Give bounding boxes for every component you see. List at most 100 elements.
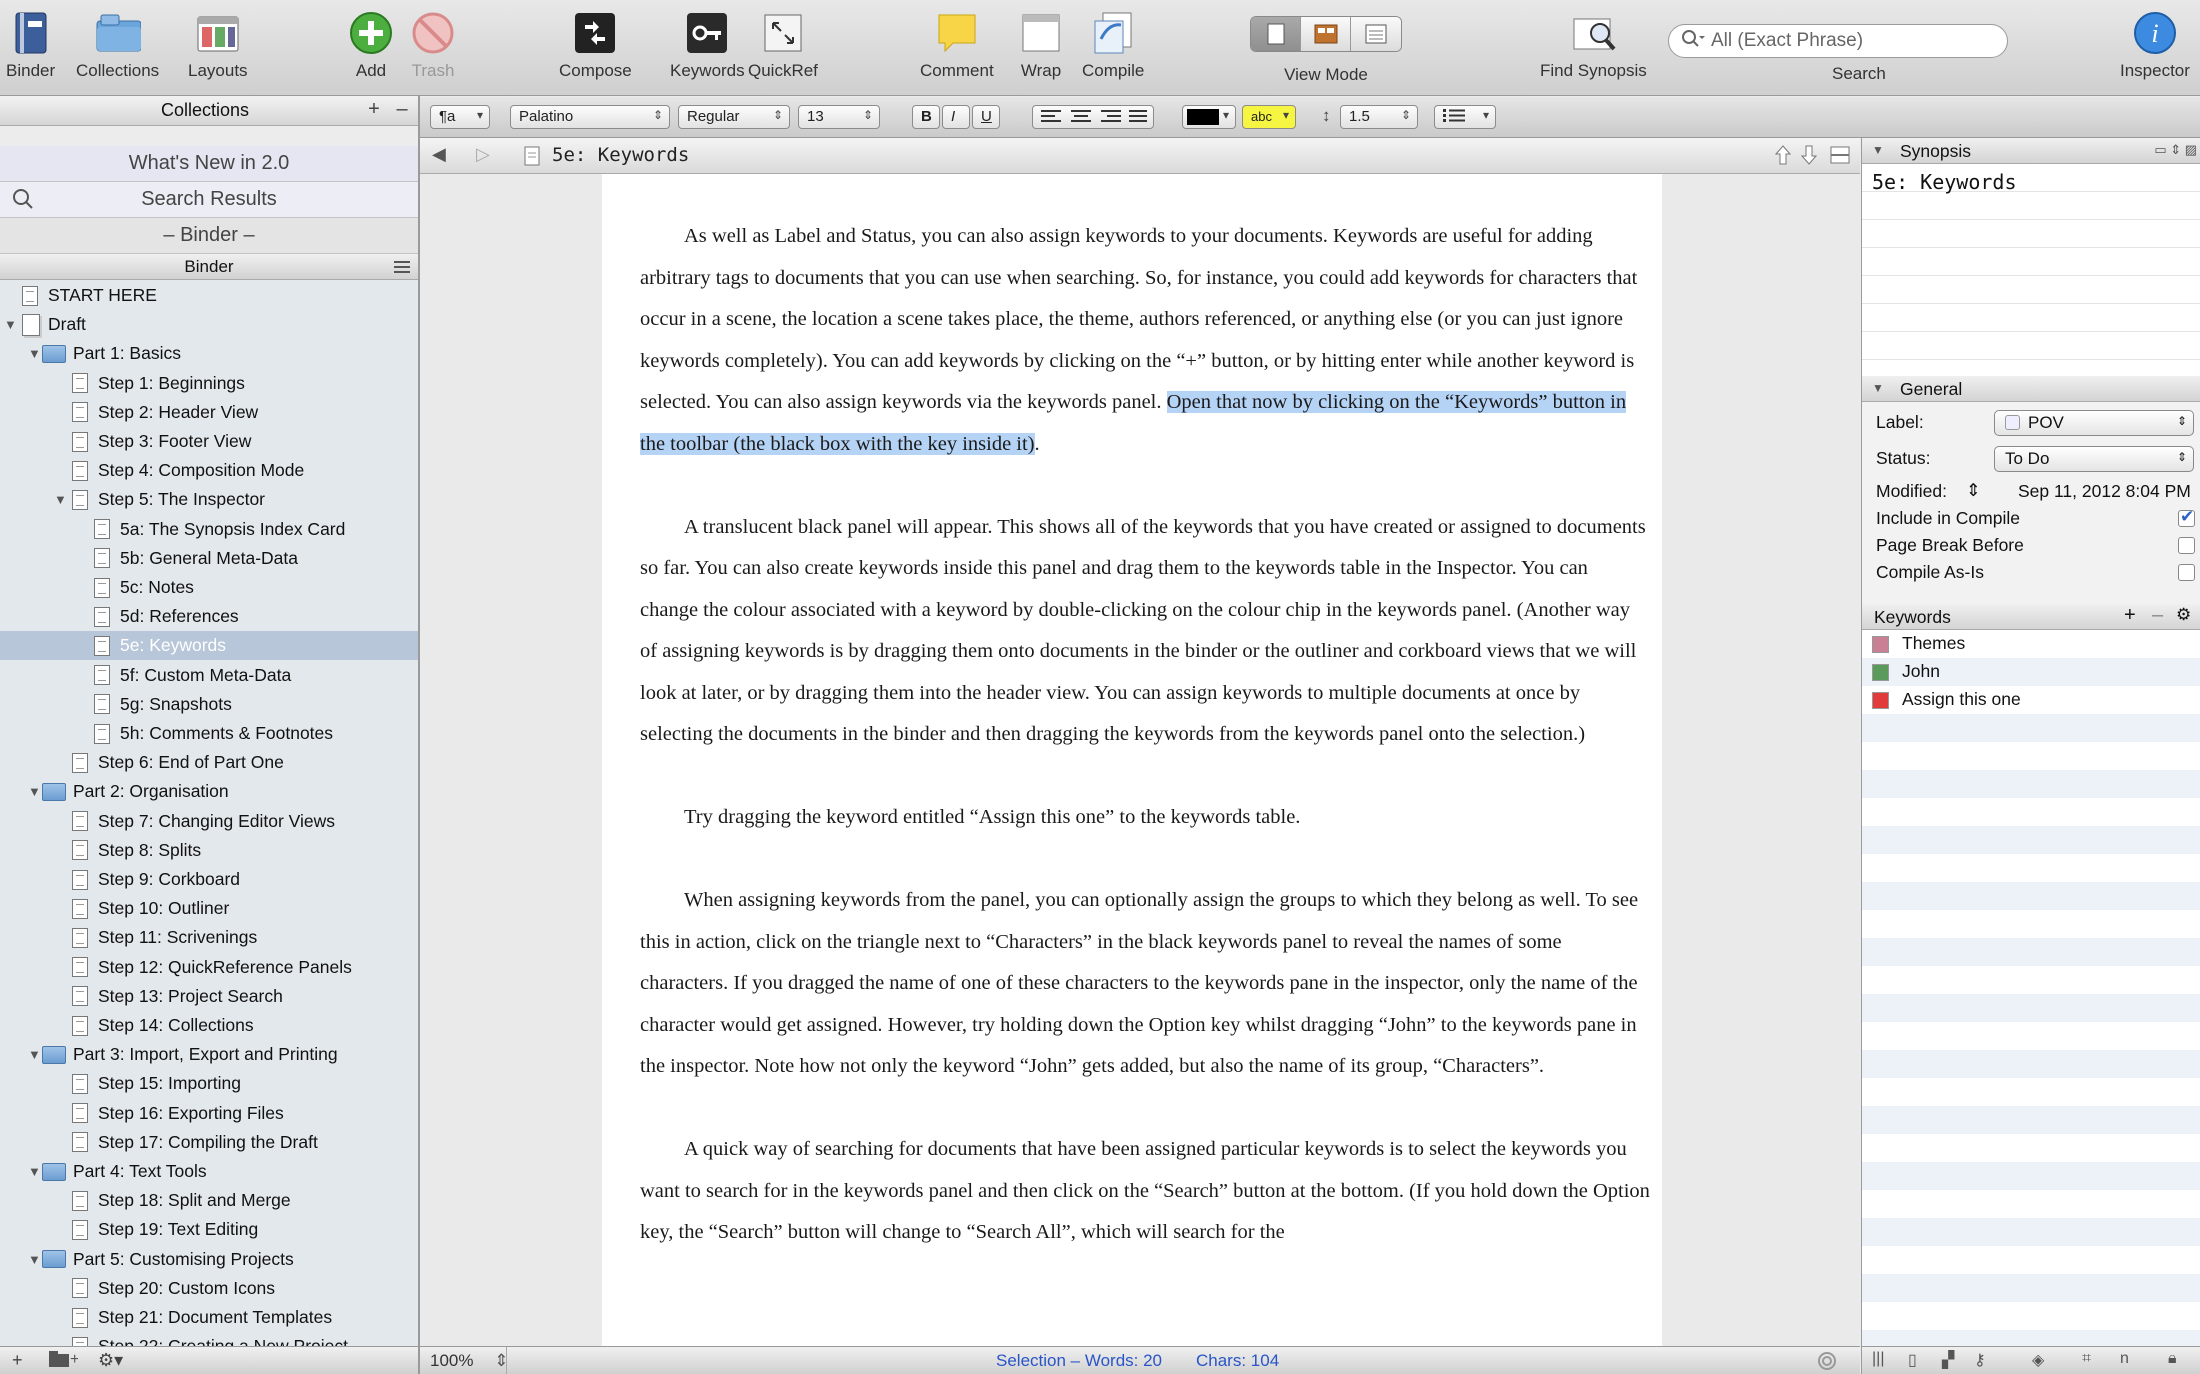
list-style-menu[interactable]: ▾ <box>1434 105 1496 129</box>
footnotes-tab-icon[interactable]: n <box>2120 1350 2129 1368</box>
disclosure-triangle-icon[interactable]: ▼ <box>1872 381 1884 395</box>
binder-item[interactable]: Step 18: Split and Merge <box>0 1186 418 1215</box>
binder-button[interactable]: Binder <box>6 10 55 81</box>
corkboard-view-icon[interactable] <box>1301 17 1351 51</box>
binder-folder[interactable]: ▼ Part 2: Organisation <box>0 777 418 806</box>
find-synopsis-button[interactable]: Find Synopsis <box>1540 10 1647 81</box>
collection-tab-binder[interactable]: – Binder – <box>0 218 418 254</box>
binder-item[interactable]: 5e: Keywords <box>0 631 418 661</box>
zoom-select[interactable]: 100% ⇕ <box>430 1351 508 1371</box>
keyword-color-chip[interactable] <box>1872 636 1889 653</box>
binder-item[interactable]: Step 1: Beginnings <box>0 369 418 398</box>
disclosure-triangle-icon[interactable]: ▼ <box>54 492 70 507</box>
keywords-tab-icon[interactable]: ⚷ <box>1974 1350 1986 1370</box>
binder-folder[interactable]: ▼ Part 4: Text Tools <box>0 1157 418 1186</box>
keyword-row[interactable]: John <box>1862 658 2200 686</box>
page-break-before-checkbox[interactable] <box>2178 537 2195 554</box>
binder-item[interactable]: Step 19: Text Editing <box>0 1215 418 1244</box>
binder-item[interactable]: 5c: Notes <box>0 573 418 602</box>
binder-item[interactable]: Step 14: Collections <box>0 1011 418 1040</box>
wrap-button[interactable]: Wrap <box>1018 10 1064 81</box>
binder-item[interactable]: 5h: Comments & Footnotes <box>0 719 418 748</box>
outliner-view-icon[interactable] <box>1351 17 1401 51</box>
binder-item[interactable]: 5g: Snapshots <box>0 690 418 719</box>
comment-button[interactable]: Comment <box>920 10 994 81</box>
binder-item[interactable]: ▼ Draft <box>0 310 418 339</box>
snapshots-tab-icon[interactable]: ▞ <box>1942 1350 1954 1370</box>
bold-button[interactable]: B <box>912 105 940 129</box>
tags-tab-icon[interactable]: ◈ <box>2032 1350 2044 1370</box>
document-text[interactable]: As well as Label and Status, you can als… <box>640 216 1650 1295</box>
layouts-button[interactable]: Layouts <box>188 10 248 81</box>
add-keyword-icon[interactable]: + <box>2124 604 2136 627</box>
text-page[interactable]: As well as Label and Status, you can als… <box>602 174 1662 1346</box>
back-arrow-icon[interactable]: ◀ <box>432 144 446 165</box>
binder-folder[interactable]: ▼ Part 5: Customising Projects <box>0 1245 418 1274</box>
gear-icon[interactable]: ⚙▾ <box>98 1350 123 1371</box>
editor-scroll-area[interactable]: As well as Label and Status, you can als… <box>420 174 1860 1346</box>
view-mode-control[interactable]: View Mode <box>1250 10 1402 85</box>
highlight-color-button[interactable]: abc ▾ <box>1242 105 1296 129</box>
binder-item[interactable]: Step 4: Composition Mode <box>0 456 418 485</box>
comments-tab-icon[interactable]: ⌗ <box>2082 1350 2091 1368</box>
disclosure-triangle-icon[interactable]: ▼ <box>1872 143 1884 157</box>
binder-menu-icon[interactable] <box>394 259 410 279</box>
binder-item[interactable]: 5a: The Synopsis Index Card <box>0 515 418 544</box>
search-input[interactable]: All (Exact Phrase) <box>1668 24 2008 58</box>
binder-item[interactable]: START HERE <box>0 281 418 310</box>
notes-tab-icon[interactable]: ||| <box>1872 1350 1884 1368</box>
split-editor-icon[interactable] <box>1830 146 1850 169</box>
quickref-button[interactable]: QuickRef <box>748 10 818 81</box>
keywords-table[interactable]: Themes John Assign this one <box>1862 630 2200 1346</box>
inspector-button[interactable]: i Inspector <box>2120 10 2190 81</box>
remove-collection-icon[interactable]: – <box>390 98 414 121</box>
binder-item[interactable]: ▼ Step 5: The Inspector <box>0 485 418 514</box>
binder-item[interactable]: Step 15: Importing <box>0 1069 418 1098</box>
binder-item[interactable]: Step 9: Corkboard <box>0 865 418 894</box>
collection-tab-search-results[interactable]: Search Results <box>0 182 418 218</box>
add-folder-icon[interactable]: + <box>48 1350 79 1373</box>
binder-item[interactable]: Step 12: QuickReference Panels <box>0 953 418 982</box>
add-icon[interactable]: + <box>12 1350 23 1371</box>
synopsis-options-icon[interactable]: ▭ ⇕ ▨ <box>2154 142 2197 158</box>
binder-item[interactable]: Step 11: Scrivenings <box>0 923 418 952</box>
binder-item[interactable]: 5b: General Meta-Data <box>0 544 418 573</box>
line-spacing-select[interactable]: 1.5 ⇕ <box>1340 105 1418 129</box>
typeface-select[interactable]: Regular ⇕ <box>678 105 790 129</box>
compile-button[interactable]: Compile <box>1082 10 1144 81</box>
add-collection-icon[interactable]: + <box>362 98 386 121</box>
binder-item[interactable]: Step 21: Document Templates <box>0 1303 418 1332</box>
target-icon[interactable] <box>1818 1352 1836 1374</box>
lock-icon[interactable]: 🔒︎ <box>2168 1350 2177 1368</box>
binder-item[interactable]: Step 7: Changing Editor Views <box>0 807 418 836</box>
label-select[interactable]: POV ⇕ <box>1994 410 2194 436</box>
binder-item[interactable]: Step 13: Project Search <box>0 982 418 1011</box>
disclosure-triangle-icon[interactable]: ▼ <box>4 317 20 332</box>
remove-keyword-icon[interactable]: – <box>2152 604 2163 627</box>
binder-item[interactable]: 5f: Custom Meta-Data <box>0 661 418 690</box>
include-in-compile-checkbox[interactable] <box>2178 507 2195 527</box>
font-size-select[interactable]: 13 ⇕ <box>798 105 880 129</box>
binder-item[interactable]: Step 22: Creating a New Project <box>0 1332 418 1346</box>
keyword-row[interactable]: Assign this one <box>1862 686 2200 714</box>
binder-item[interactable]: Step 20: Custom Icons <box>0 1274 418 1303</box>
binder-folder[interactable]: ▼ Part 3: Import, Export and Printing <box>0 1040 418 1069</box>
modified-stepper[interactable]: ⇕ <box>1966 480 1981 501</box>
binder-item[interactable]: Step 3: Footer View <box>0 427 418 456</box>
synopsis-text-area[interactable]: 5e: Keywords <box>1862 164 2200 376</box>
references-tab-icon[interactable]: ▯ <box>1908 1350 1917 1370</box>
keywords-button[interactable]: Keywords <box>670 10 745 81</box>
keyword-color-chip[interactable] <box>1872 692 1889 709</box>
collections-button[interactable]: Collections <box>76 10 159 81</box>
trash-button[interactable]: Trash <box>410 10 456 81</box>
document-title[interactable]: 5e: Keywords <box>552 144 689 166</box>
binder-outline[interactable]: START HERE ▼ Draft ▼ Part 1: Basics Step 1: B… <box>0 280 418 1346</box>
forward-arrow-icon[interactable]: ▷ <box>476 144 490 165</box>
binder-item[interactable]: Step 16: Exporting Files <box>0 1099 418 1128</box>
binder-item[interactable]: Step 8: Splits <box>0 836 418 865</box>
status-select[interactable]: To Do ⇕ <box>1994 446 2194 472</box>
underline-button[interactable]: U <box>972 105 1000 129</box>
binder-item[interactable]: Step 6: End of Part One <box>0 748 418 777</box>
binder-item[interactable]: Step 2: Header View <box>0 398 418 427</box>
binder-item[interactable]: Step 10: Outliner <box>0 894 418 923</box>
